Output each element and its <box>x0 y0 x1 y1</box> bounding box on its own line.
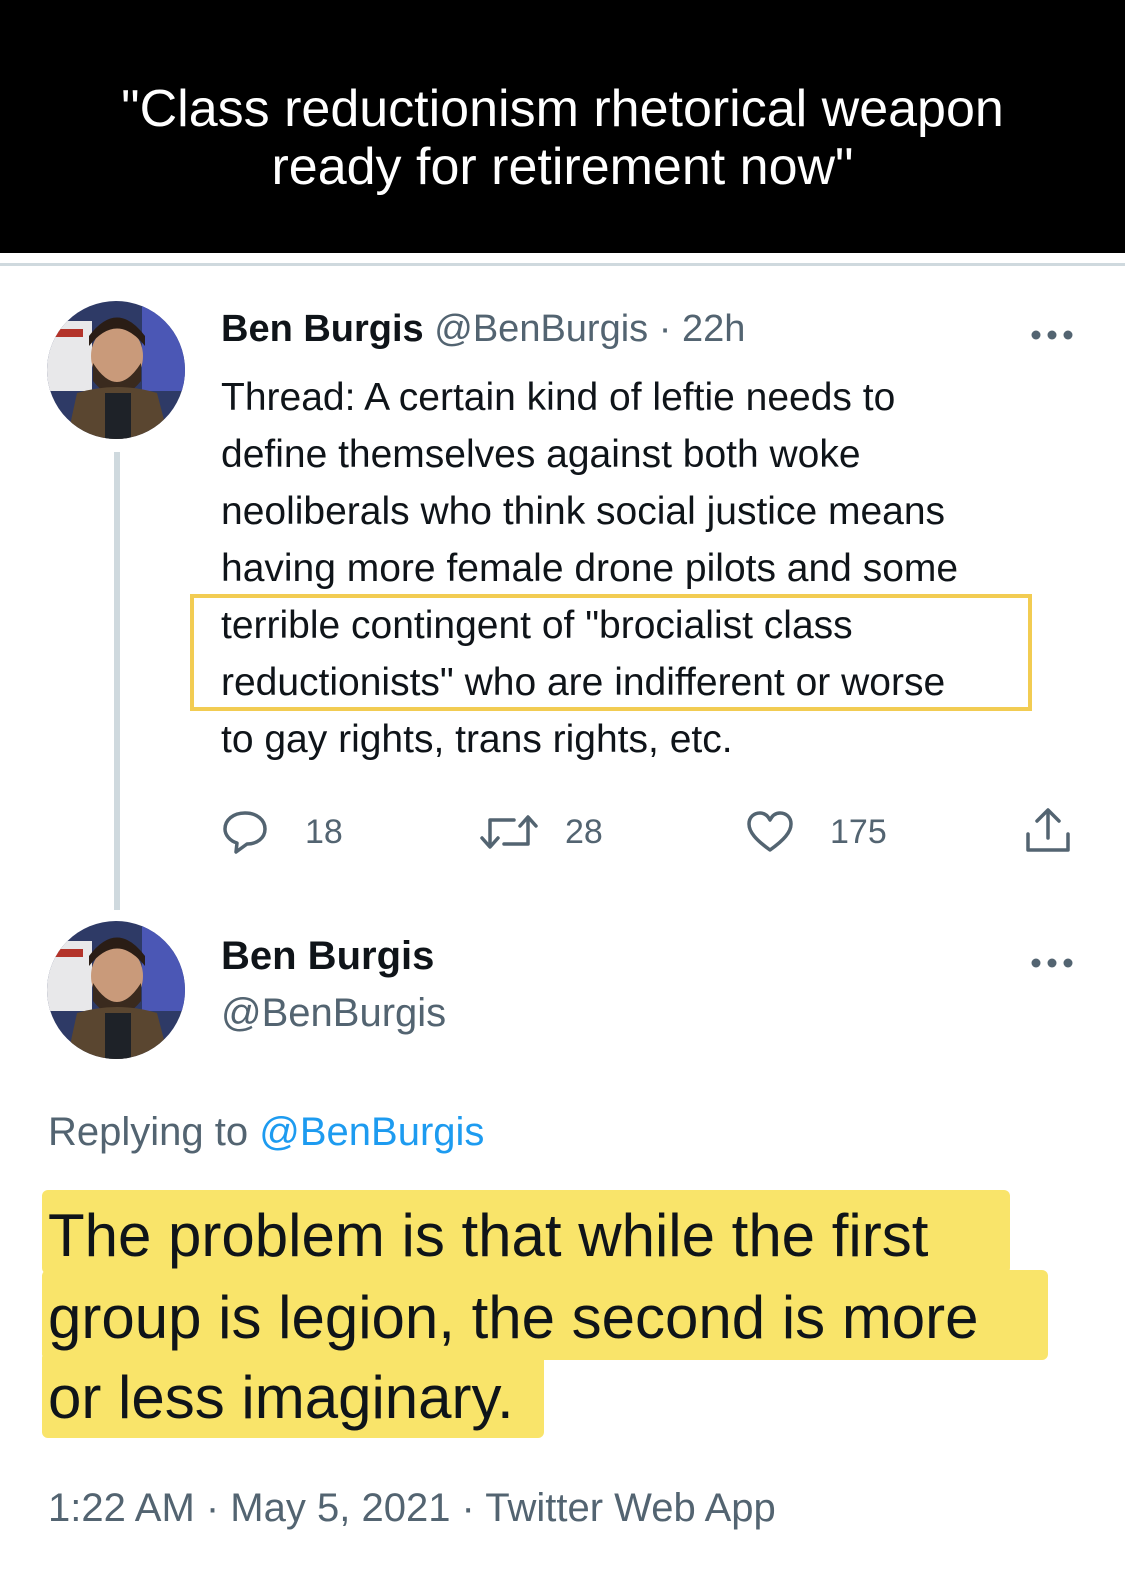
tweet-text-line: or less imaginary. <box>48 1364 514 1431</box>
retweet-button[interactable] <box>480 810 538 854</box>
tweet-header: Ben Burgis @BenBurgis · 22h <box>221 305 745 353</box>
retweet-icon <box>480 815 538 849</box>
replying-to-handle[interactable]: @BenBurgis <box>259 1110 484 1154</box>
thread-connector-line <box>114 452 120 910</box>
tweet-timestamp[interactable]: 1:22 AM · May 5, 2021 · Twitter Web App <box>48 1484 776 1532</box>
avatar[interactable] <box>47 301 185 439</box>
retweet-count: 28 <box>565 813 603 851</box>
caption-line-2: ready for retirement now" <box>271 138 854 196</box>
tweet-text-line: neoliberals who think social justice mea… <box>221 490 946 533</box>
divider <box>0 263 1125 266</box>
caption-banner: "Class reductionism rhetorical weapon re… <box>0 0 1125 253</box>
reply-button[interactable] <box>222 810 268 854</box>
more-options-icon[interactable] <box>1030 318 1074 341</box>
caption-line-1: "Class reductionism rhetorical weapon <box>121 80 1004 138</box>
share-icon <box>1026 808 1070 852</box>
tweet-text-line: Thread: A certain kind of leftie needs t… <box>221 376 896 419</box>
reply-icon <box>223 811 267 854</box>
highlight-box <box>190 594 1032 711</box>
author-name[interactable]: Ben Burgis <box>221 932 434 980</box>
author-handle[interactable]: @BenBurgis <box>434 308 648 350</box>
replying-to-label: Replying to <box>48 1110 249 1154</box>
avatar-photo-icon <box>47 921 185 1059</box>
share-button[interactable] <box>1024 806 1072 852</box>
like-button[interactable] <box>746 810 794 854</box>
replying-to: Replying to @BenBurgis <box>48 1108 484 1156</box>
like-count: 175 <box>830 813 887 851</box>
tweet-time[interactable]: · 22h <box>659 308 746 350</box>
author-name[interactable]: Ben Burgis <box>221 308 424 350</box>
heart-icon <box>747 811 793 852</box>
tweet-text-line: group is legion, the second is more <box>48 1284 979 1351</box>
avatar[interactable] <box>47 921 185 1059</box>
tweet-text-line: having more female drone pilots and some <box>221 547 959 590</box>
avatar-photo-icon <box>47 301 185 439</box>
tweet-text-line: The problem is that while the first <box>48 1202 929 1269</box>
reply-count: 18 <box>305 813 343 851</box>
more-options-icon[interactable] <box>1030 946 1074 969</box>
tweet-text-line: to gay rights, trans rights, etc. <box>221 718 733 761</box>
author-handle[interactable]: @BenBurgis <box>221 989 446 1037</box>
tweet-text-line: define themselves against both woke <box>221 433 861 476</box>
